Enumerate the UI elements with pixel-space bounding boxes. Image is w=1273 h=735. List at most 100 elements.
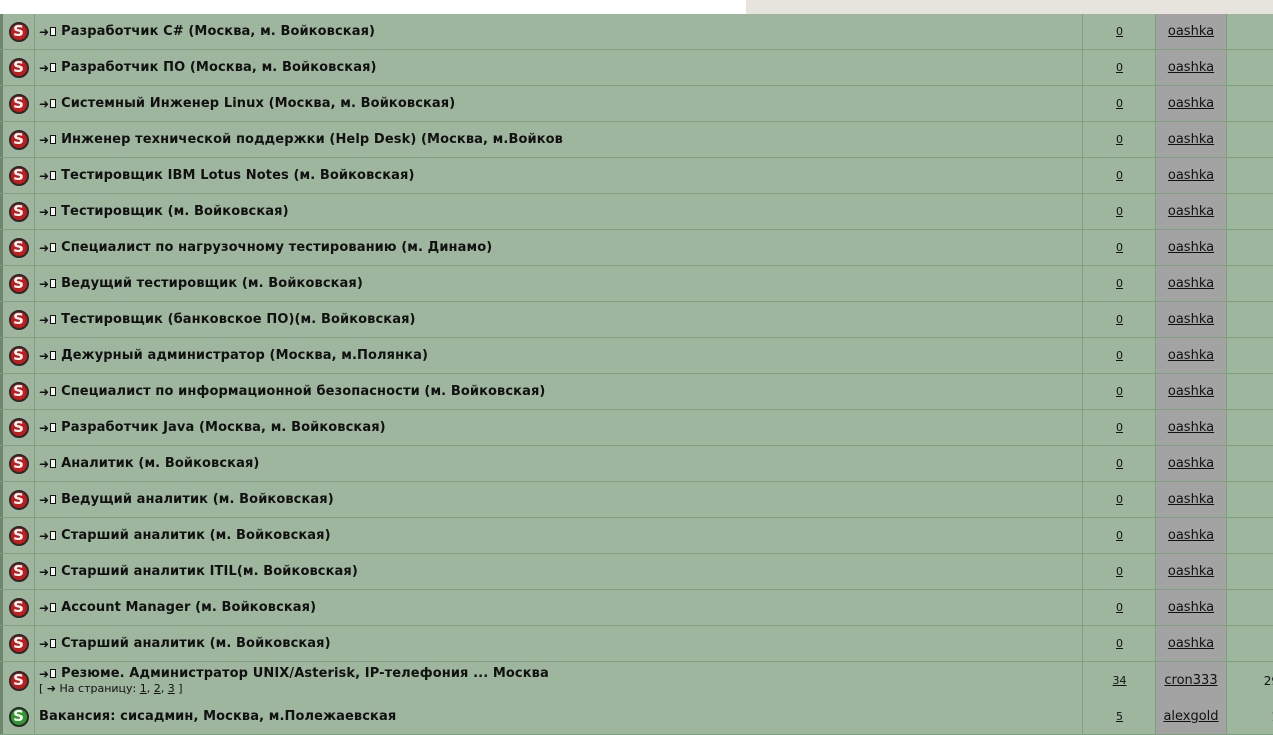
arrow-right-icon[interactable]: ➜ xyxy=(39,277,49,291)
topic-replies-link[interactable]: 0 xyxy=(1116,25,1123,38)
topic-title-link[interactable]: Специалист по нагрузочному тестированию … xyxy=(61,240,492,255)
topic-author-link[interactable]: oashka xyxy=(1168,60,1214,75)
arrow-right-icon[interactable]: ➜ xyxy=(39,169,49,183)
document-icon[interactable] xyxy=(50,603,57,612)
topic-title-link[interactable]: Аналитик (м. Войковская) xyxy=(61,456,259,471)
topic-replies-link[interactable]: 0 xyxy=(1116,457,1123,470)
topic-author-link[interactable]: oashka xyxy=(1168,636,1214,651)
topic-replies-link[interactable]: 0 xyxy=(1116,241,1123,254)
topic-replies-link[interactable]: 0 xyxy=(1116,565,1123,578)
page-link-1[interactable]: 1 xyxy=(140,682,147,695)
document-icon[interactable] xyxy=(50,669,57,678)
document-icon[interactable] xyxy=(50,207,57,216)
document-icon[interactable] xyxy=(50,99,57,108)
topic-replies-link[interactable]: 0 xyxy=(1116,637,1123,650)
arrow-right-icon[interactable]: ➜ xyxy=(39,385,49,399)
topic-title-link[interactable]: Старший аналитик (м. Войковская) xyxy=(61,636,331,651)
topic-replies-link[interactable]: 5 xyxy=(1116,710,1123,723)
page-link-2[interactable]: 2 xyxy=(154,682,161,695)
topic-title-link[interactable]: Системный Инженер Linux (Москва, м. Войк… xyxy=(61,96,455,111)
topic-author-link[interactable]: oashka xyxy=(1168,132,1214,147)
arrow-right-icon[interactable]: ➜ xyxy=(39,421,49,435)
topic-title-link[interactable]: Инженер технической поддержки (Help Desk… xyxy=(61,132,563,147)
arrow-right-icon[interactable]: ➜ xyxy=(39,637,49,651)
topic-replies-link[interactable]: 0 xyxy=(1116,133,1123,146)
topic-title-link[interactable]: Ведущий аналитик (м. Войковская) xyxy=(61,492,334,507)
page-link-3[interactable]: 3 xyxy=(168,682,175,695)
arrow-right-icon[interactable]: ➜ xyxy=(39,349,49,363)
topic-author-link[interactable]: alexgold xyxy=(1163,709,1218,724)
topic-title-link[interactable]: Резюме. Администратор UNIX/Asterisk, IP-… xyxy=(61,666,549,681)
arrow-right-icon[interactable]: ➜ xyxy=(39,529,49,543)
topic-title-link[interactable]: Разработчик Java (Москва, м. Войковская) xyxy=(61,420,386,435)
topic-replies-link[interactable]: 0 xyxy=(1116,601,1123,614)
arrow-right-icon[interactable]: ➜ xyxy=(39,493,49,507)
topic-replies-link[interactable]: 0 xyxy=(1116,205,1123,218)
topic-title-link[interactable]: Разработчик C# (Москва, м. Войковская) xyxy=(61,24,375,39)
topic-author-link[interactable]: oashka xyxy=(1168,168,1214,183)
topic-author-link[interactable]: oashka xyxy=(1168,492,1214,507)
topic-author-link[interactable]: oashka xyxy=(1168,96,1214,111)
topic-title-link[interactable]: Вакансия: сисадмин, Москва, м.Полежаевск… xyxy=(39,709,396,724)
document-icon[interactable] xyxy=(50,171,57,180)
topic-author-link[interactable]: oashka xyxy=(1168,24,1214,39)
document-icon[interactable] xyxy=(50,279,57,288)
document-icon[interactable] xyxy=(50,243,57,252)
document-icon[interactable] xyxy=(50,315,57,324)
topic-replies-link[interactable]: 0 xyxy=(1116,529,1123,542)
topic-title-link[interactable]: Account Manager (м. Войковская) xyxy=(61,600,316,615)
arrow-right-icon[interactable]: ➜ xyxy=(39,205,49,219)
document-icon[interactable] xyxy=(50,423,57,432)
arrow-right-icon[interactable]: ➜ xyxy=(39,565,49,579)
topic-title-link[interactable]: Ведущий тестировщик (м. Войковская) xyxy=(61,276,363,291)
topic-replies-link[interactable]: 0 xyxy=(1116,385,1123,398)
topic-author-link[interactable]: oashka xyxy=(1168,240,1214,255)
topic-title-link[interactable]: Старший аналитик (м. Войковская) xyxy=(61,528,331,543)
document-icon[interactable] xyxy=(50,459,57,468)
topic-author-link[interactable]: oashka xyxy=(1168,528,1214,543)
arrow-right-icon[interactable]: ➜ xyxy=(39,313,49,327)
arrow-right-icon[interactable]: ➜ xyxy=(39,241,49,255)
topic-replies-link[interactable]: 0 xyxy=(1116,97,1123,110)
arrow-right-icon[interactable]: ➜ xyxy=(39,61,49,75)
topic-title-link[interactable]: Специалист по информационной безопасност… xyxy=(61,384,545,399)
topic-replies-link[interactable]: 34 xyxy=(1113,674,1127,687)
arrow-right-icon[interactable]: ➜ xyxy=(39,133,49,147)
topic-replies-link[interactable]: 0 xyxy=(1116,169,1123,182)
topic-title-link[interactable]: Дежурный администратор (Москва, м.Полянк… xyxy=(61,348,428,363)
document-icon[interactable] xyxy=(50,351,57,360)
topic-title-link[interactable]: Старший аналитик ITIL(м. Войковская) xyxy=(61,564,358,579)
arrow-right-icon[interactable]: ➜ xyxy=(39,97,49,111)
topic-title-link[interactable]: Тестировщик (банковское ПО)(м. Войковска… xyxy=(61,312,416,327)
arrow-right-icon[interactable]: ➜ xyxy=(39,667,49,681)
document-icon[interactable] xyxy=(50,27,57,36)
topic-replies-link[interactable]: 0 xyxy=(1116,277,1123,290)
topic-author-link[interactable]: oashka xyxy=(1168,348,1214,363)
topic-author-link[interactable]: oashka xyxy=(1168,384,1214,399)
topic-title-link[interactable]: Тестировщик (м. Войковская) xyxy=(61,204,289,219)
arrow-right-icon[interactable]: ➜ xyxy=(39,601,49,615)
topic-replies-link[interactable]: 0 xyxy=(1116,61,1123,74)
topic-author-link[interactable]: oashka xyxy=(1168,204,1214,219)
topic-title-link[interactable]: Тестировщик IBM Lotus Notes (м. Войковск… xyxy=(61,168,414,183)
document-icon[interactable] xyxy=(50,135,57,144)
topic-author-link[interactable]: oashka xyxy=(1168,564,1214,579)
topic-author-link[interactable]: oashka xyxy=(1168,420,1214,435)
topic-author-link[interactable]: cron333 xyxy=(1164,673,1217,688)
arrow-right-icon[interactable]: ➜ xyxy=(39,457,49,471)
topic-replies-link[interactable]: 0 xyxy=(1116,349,1123,362)
topic-author-link[interactable]: oashka xyxy=(1168,456,1214,471)
topic-author-link[interactable]: oashka xyxy=(1168,312,1214,327)
document-icon[interactable] xyxy=(50,495,57,504)
topic-author-link[interactable]: oashka xyxy=(1168,600,1214,615)
document-icon[interactable] xyxy=(50,531,57,540)
arrow-right-icon[interactable]: ➜ xyxy=(39,25,49,39)
document-icon[interactable] xyxy=(50,63,57,72)
topic-replies-link[interactable]: 0 xyxy=(1116,313,1123,326)
document-icon[interactable] xyxy=(50,387,57,396)
topic-author-link[interactable]: oashka xyxy=(1168,276,1214,291)
document-icon[interactable] xyxy=(50,567,57,576)
topic-replies-link[interactable]: 0 xyxy=(1116,493,1123,506)
document-icon[interactable] xyxy=(50,639,57,648)
topic-replies-link[interactable]: 0 xyxy=(1116,421,1123,434)
